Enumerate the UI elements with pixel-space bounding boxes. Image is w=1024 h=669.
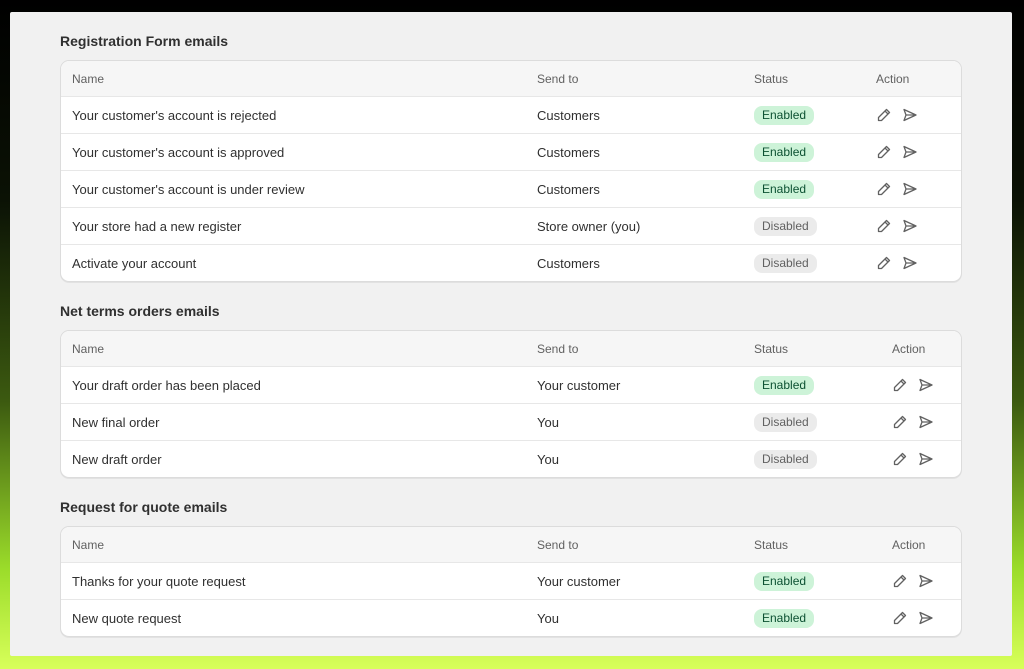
pencil-icon[interactable]: [876, 255, 892, 271]
status-badge: Enabled: [754, 375, 815, 395]
send-icon[interactable]: [918, 377, 934, 393]
status-badge: Enabled: [754, 105, 815, 125]
net-terms-emails-table: Name Send to Status Action Your draft or…: [60, 330, 962, 478]
email-send-to: Your customer: [537, 377, 621, 393]
email-name: New draft order: [72, 451, 162, 467]
email-name: Your customer's account is rejected: [72, 107, 277, 123]
email-send-to: You: [537, 414, 559, 430]
table-header: Name Send to Status Action: [61, 331, 961, 366]
col-action-header: Action: [892, 341, 926, 356]
send-icon[interactable]: [918, 451, 934, 467]
email-send-to: Customers: [537, 181, 600, 197]
pencil-icon[interactable]: [892, 414, 908, 430]
status-badge: Enabled: [754, 179, 815, 199]
table-header: Name Send to Status Action: [61, 61, 961, 96]
email-name: Thanks for your quote request: [72, 573, 246, 589]
email-send-to: Customers: [537, 144, 600, 160]
email-send-to: Store owner (you): [537, 218, 641, 234]
col-sendto-header: Send to: [537, 71, 579, 86]
table-row: Your store had a new register Store owne…: [61, 207, 961, 244]
status-badge: Enabled: [754, 608, 815, 628]
email-name: Your draft order has been placed: [72, 377, 261, 393]
col-status-header: Status: [754, 341, 789, 356]
quote-emails-table: Name Send to Status Action Thanks for yo…: [60, 526, 962, 637]
email-name: Your customer's account is under review: [72, 181, 305, 197]
section-title-registration: Registration Form emails: [60, 33, 229, 49]
table-row: Your customer's account is under review …: [61, 170, 961, 207]
email-send-to: You: [537, 451, 559, 467]
pencil-icon[interactable]: [892, 377, 908, 393]
send-icon[interactable]: [902, 181, 918, 197]
status-badge: Enabled: [754, 142, 815, 162]
col-name-header: Name: [72, 537, 105, 552]
status-badge: Disabled: [754, 216, 817, 236]
pencil-icon[interactable]: [876, 144, 892, 160]
col-sendto-header: Send to: [537, 537, 579, 552]
status-badge: Disabled: [754, 449, 817, 469]
send-icon[interactable]: [918, 414, 934, 430]
table-row: Thanks for your quote request Your custo…: [61, 562, 961, 599]
pencil-icon[interactable]: [892, 451, 908, 467]
col-action-header: Action: [892, 537, 926, 552]
email-name: New final order: [72, 414, 160, 430]
col-status-header: Status: [754, 71, 789, 86]
table-row: Activate your account Customers Disabled: [61, 244, 961, 281]
col-status-header: Status: [754, 537, 789, 552]
table-row: New draft order You Disabled: [61, 440, 961, 477]
registration-emails-table: Name Send to Status Action Your customer…: [60, 60, 962, 282]
pencil-icon[interactable]: [892, 610, 908, 626]
send-icon[interactable]: [902, 107, 918, 123]
email-send-to: Customers: [537, 255, 600, 271]
send-icon[interactable]: [902, 144, 918, 160]
email-name: Activate your account: [72, 255, 197, 271]
table-row: Your customer's account is rejected Cust…: [61, 96, 961, 133]
email-send-to: Customers: [537, 107, 600, 123]
table-header: Name Send to Status Action: [61, 527, 961, 562]
email-settings-panel: Registration Form emails Name Send to St…: [10, 12, 1012, 656]
status-badge: Disabled: [754, 412, 817, 432]
send-icon[interactable]: [902, 218, 918, 234]
email-name: New quote request: [72, 610, 182, 626]
send-icon[interactable]: [918, 573, 934, 589]
status-badge: Enabled: [754, 571, 815, 591]
col-action-header: Action: [876, 71, 910, 86]
pencil-icon[interactable]: [876, 181, 892, 197]
section-title-quote: Request for quote emails: [60, 499, 228, 515]
send-icon[interactable]: [918, 610, 934, 626]
email-send-to: You: [537, 610, 559, 626]
section-title-net-terms: Net terms orders emails: [60, 303, 220, 319]
pencil-icon[interactable]: [892, 573, 908, 589]
table-row: Your draft order has been placed Your cu…: [61, 366, 961, 403]
col-name-header: Name: [72, 71, 105, 86]
email-send-to: Your customer: [537, 573, 621, 589]
send-icon[interactable]: [902, 255, 918, 271]
table-row: New final order You Disabled: [61, 403, 961, 440]
col-name-header: Name: [72, 341, 105, 356]
email-name: Your customer's account is approved: [72, 144, 285, 160]
table-row: New quote request You Enabled: [61, 599, 961, 636]
pencil-icon[interactable]: [876, 218, 892, 234]
col-sendto-header: Send to: [537, 341, 579, 356]
email-name: Your store had a new register: [72, 218, 242, 234]
table-row: Your customer's account is approved Cust…: [61, 133, 961, 170]
pencil-icon[interactable]: [876, 107, 892, 123]
status-badge: Disabled: [754, 253, 817, 273]
